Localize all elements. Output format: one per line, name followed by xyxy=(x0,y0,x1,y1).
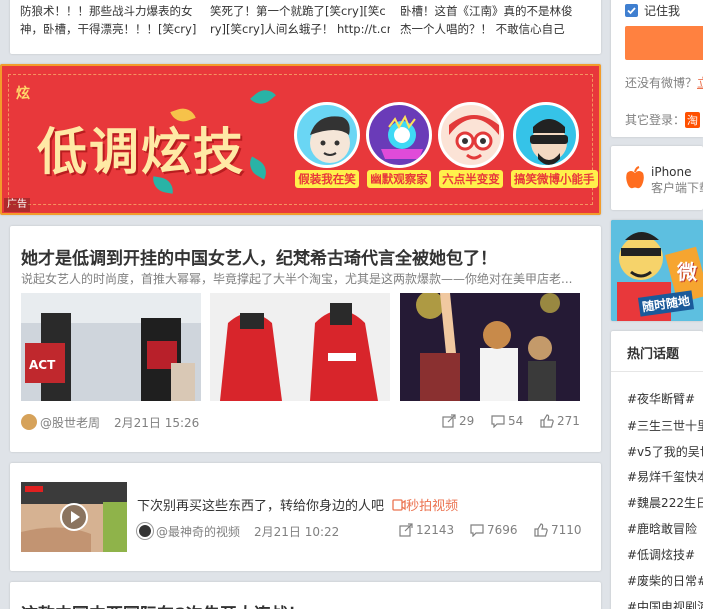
hot-topic-item[interactable]: #低调炫技# xyxy=(627,546,695,563)
hot-topic-item[interactable]: #魏晨222生日 xyxy=(627,494,703,511)
play-icon[interactable] xyxy=(60,503,88,531)
hot-topic-item[interactable]: #易烊千玺快本 xyxy=(627,468,703,485)
like-button[interactable]: 271 xyxy=(540,414,580,428)
iphone-line2: 客户端下载 xyxy=(651,181,703,195)
login-button[interactable] xyxy=(625,26,703,60)
author-avatar xyxy=(21,414,37,430)
article-image-1[interactable]: ACT xyxy=(21,293,201,401)
video-author-avatar xyxy=(137,523,153,539)
iphone-client-panel[interactable]: iPhone 客户端下载 xyxy=(611,146,703,210)
other-login: 其它登录：淘 xyxy=(625,111,701,128)
ad-label: 广告 xyxy=(4,198,30,212)
video-share-count: 12143 xyxy=(416,523,455,537)
article-image-2[interactable] xyxy=(210,293,390,401)
article-title[interactable]: 她才是低调到开挂的中国女艺人，纪梵希古琦代言全被她包了！ xyxy=(21,244,497,269)
side-ad-label1: 微 xyxy=(677,260,697,284)
ad-title: 低调炫技 xyxy=(37,122,245,181)
login-panel: 记住我 还没有微博？立 其它登录：淘 xyxy=(611,0,703,137)
feed-item-3[interactable]: 卧槽！这首《江南》真的不是林俊 杰一个人唱的？！ 不敢信心自己 xyxy=(400,2,580,38)
remember-label: 记住我 xyxy=(644,4,681,18)
video-title-line[interactable]: 下次别再买这些东西了，转给你身边的人吧 秒拍视频 xyxy=(137,495,458,514)
author-name: @股世老周 xyxy=(40,416,101,430)
hot-topic-item[interactable]: #中国电视剧演 xyxy=(627,598,703,609)
share-count: 29 xyxy=(459,414,475,428)
video-share-button[interactable]: 12143 xyxy=(399,523,454,537)
article-time[interactable]: 2月21日 15:26 xyxy=(114,414,199,431)
video-card: 下次别再买这些东西了，转给你身边的人吧 秒拍视频 @最神奇的视频 2月21日 1… xyxy=(10,463,601,571)
remember-me[interactable]: 记住我 xyxy=(625,2,680,19)
hot-topic-item[interactable]: #鹿晗敢冒险 xyxy=(627,520,697,537)
share-icon xyxy=(442,414,456,428)
comment-icon xyxy=(491,415,505,429)
hot-topics-divider xyxy=(611,371,703,372)
hot-topic-item[interactable]: #废柴的日常# xyxy=(627,572,703,589)
next-feed-title[interactable]: 这款中国中亚国际车8次告开大连战！ xyxy=(21,600,305,609)
hot-topic-item[interactable]: #三生三世十里 xyxy=(627,417,703,434)
video-thumbnail[interactable] xyxy=(21,482,127,552)
feed-item-2-line1: 笑死了！第一个就跪了[笑cry][笑c xyxy=(210,4,386,18)
iphone-line1: iPhone xyxy=(651,165,692,179)
ad-badge: 炫 xyxy=(16,86,30,102)
feed-item-3-line2: 杰一个人唱的？！ 不敢信心自己 xyxy=(400,22,565,36)
hot-topics-heading: 热门话题 xyxy=(627,347,680,362)
side-ad[interactable]: 微 随时随地 xyxy=(611,220,703,321)
ad-banner[interactable]: 炫 低调炫技 广告 假装我在笑 幽默观察家 六点半变变 搞笑微博小能手 xyxy=(0,64,601,215)
comment-icon xyxy=(470,524,484,538)
video-comment-button[interactable]: 7696 xyxy=(470,523,518,538)
feed-item-3-line1: 卧槽！这首《江南》真的不是林俊 xyxy=(400,4,573,18)
like-count: 271 xyxy=(557,414,580,428)
video-author-name: @最神奇的视频 xyxy=(156,525,241,539)
video-time[interactable]: 2月21日 10:22 xyxy=(254,523,339,540)
article-image-3[interactable] xyxy=(400,293,580,401)
comment-button[interactable]: 54 xyxy=(491,414,524,429)
character-avatar xyxy=(366,102,432,168)
feed-item-1-line1: 防狼术！！！那些战斗力爆表的女 xyxy=(20,4,193,18)
character-label: 六点半变变 xyxy=(439,170,503,188)
video-comment-count: 7696 xyxy=(487,523,518,537)
iphone-text: iPhone 客户端下载 xyxy=(651,164,703,196)
svg-text:ACT: ACT xyxy=(29,358,56,372)
character-label: 幽默观察家 xyxy=(367,170,431,188)
remember-checkbox[interactable] xyxy=(625,4,638,17)
share-button[interactable]: 29 xyxy=(442,414,474,428)
feed-item-1-line2: 神，卧槽，干得漂亮！！！[笑cry] xyxy=(20,22,197,36)
feed-item-2[interactable]: 笑死了！第一个就跪了[笑cry][笑c ry][笑cry]人间幺蛾子！ http… xyxy=(210,2,390,38)
feed-item-2-line2: ry][笑cry]人间幺蛾子！ http://t.cn/R xyxy=(210,22,390,36)
character-label: 搞笑微博小能手 xyxy=(511,170,598,188)
next-feed-card: 这款中国中亚国际车8次告开大连战！ xyxy=(10,582,601,609)
video-author[interactable]: @最神奇的视频 xyxy=(137,523,240,540)
character-avatar xyxy=(294,102,360,168)
comment-count: 54 xyxy=(508,414,524,428)
article-author[interactable]: @股世老周 xyxy=(21,414,100,431)
ad-character-3[interactable]: 六点半变变 xyxy=(436,102,506,188)
register-prompt: 还没有微博？立 xyxy=(625,74,703,91)
share-icon xyxy=(399,523,413,537)
article-card: 她才是低调到开挂的中国女艺人，纪梵希古琦代言全被她包了！ 说起女艺人的时尚度，首… xyxy=(10,226,601,452)
hot-topic-item[interactable]: #v5了我的吴世 xyxy=(627,443,703,460)
video-tag-icon xyxy=(392,499,406,511)
character-label: 假装我在笑 xyxy=(295,170,359,188)
ad-character-4[interactable]: 搞笑微博小能手 xyxy=(511,102,598,188)
video-like-button[interactable]: 7110 xyxy=(534,523,582,537)
video-tag-label: 秒拍视频 xyxy=(406,499,459,514)
taobao-login-icon[interactable]: 淘 xyxy=(685,112,701,128)
ad-character-2[interactable]: 幽默观察家 xyxy=(364,102,434,188)
apple-icon xyxy=(625,166,645,194)
ad-character-1[interactable]: 假装我在笑 xyxy=(292,102,362,188)
top-feed-card: 防狼术！！！那些战斗力爆表的女 神，卧槽，干得漂亮！！！[笑cry] 笑死了！第… xyxy=(10,0,601,54)
hot-topic-item[interactable]: #夜华断臂# xyxy=(627,390,695,407)
other-login-label: 其它登录： xyxy=(625,113,686,127)
hot-topics-panel: 热门话题 #夜华断臂# #三生三世十里 #v5了我的吴世 #易烊千玺快本 #魏晨… xyxy=(611,331,703,609)
register-link[interactable]: 立 xyxy=(697,76,703,90)
thumbs-up-icon xyxy=(540,414,554,428)
video-like-count: 7110 xyxy=(551,523,582,537)
no-account-text: 还没有微博？ xyxy=(625,76,698,90)
character-avatar xyxy=(438,102,504,168)
video-tag[interactable]: 秒拍视频 xyxy=(392,499,458,514)
video-title: 下次别再买这些东西了，转给你身边的人吧 xyxy=(137,499,385,514)
article-summary[interactable]: 说起女艺人的时尚度，首推大幂幂，毕竟撑起了大半个淘宝，尤其是这两款爆款——你绝对… xyxy=(21,270,581,287)
feed-item-1[interactable]: 防狼术！！！那些战斗力爆表的女 神，卧槽，干得漂亮！！！[笑cry] xyxy=(20,2,200,38)
character-avatar xyxy=(513,102,579,168)
thumbs-up-icon xyxy=(534,523,548,537)
